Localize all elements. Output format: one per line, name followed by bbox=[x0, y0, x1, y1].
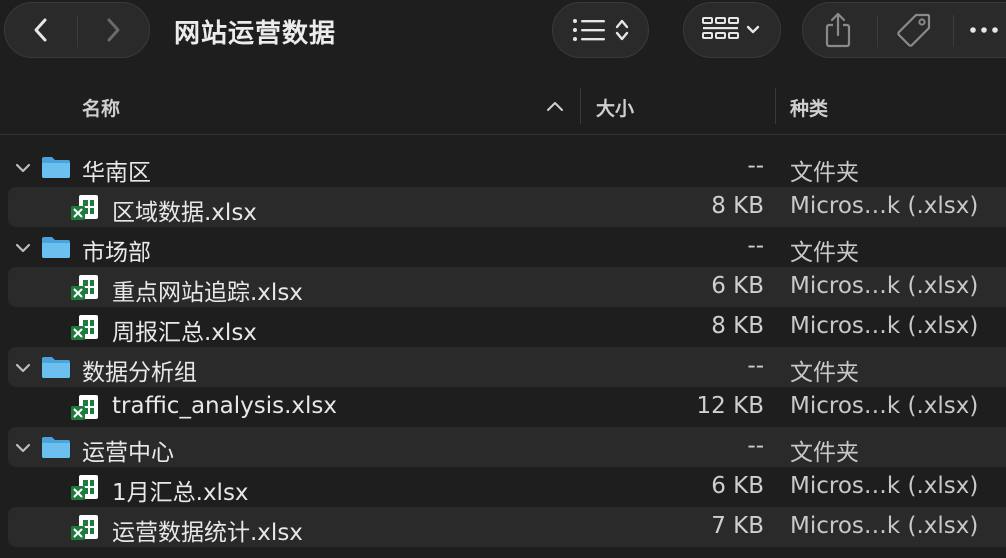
row-size: 8 KB bbox=[711, 193, 764, 219]
window-title: 网站运营数据 bbox=[174, 19, 337, 49]
folder-row[interactable]: 数据分析组 -- 文件夹 bbox=[0, 347, 1006, 387]
row-name: 重点网站追踪.xlsx bbox=[112, 280, 303, 306]
row-name: 运营数据统计.xlsx bbox=[112, 520, 303, 546]
excel-file-icon bbox=[71, 515, 98, 540]
disclosure-expanded-icon[interactable] bbox=[14, 439, 32, 457]
excel-file-icon bbox=[71, 315, 98, 340]
action-group bbox=[802, 2, 1006, 58]
file-row[interactable]: 1月汇总.xlsx 6 KB Micros…k (.xlsx) bbox=[0, 467, 1006, 507]
file-row[interactable]: 区域数据.xlsx 8 KB Micros…k (.xlsx) bbox=[0, 187, 1006, 227]
file-row[interactable]: 运营数据统计.xlsx 7 KB Micros…k (.xlsx) bbox=[0, 507, 1006, 547]
list-sort-icon bbox=[569, 3, 635, 57]
action-divider bbox=[953, 15, 954, 47]
row-name: traffic_analysis.xlsx bbox=[112, 393, 337, 419]
view-options-button[interactable] bbox=[683, 2, 781, 58]
column-name-header[interactable]: 名称 bbox=[82, 94, 120, 121]
folder-icon bbox=[42, 357, 70, 378]
excel-file-icon bbox=[71, 195, 98, 220]
row-size: -- bbox=[747, 233, 764, 259]
chevron-right-icon bbox=[107, 18, 120, 42]
more-icon bbox=[970, 27, 998, 33]
row-kind: Micros…k (.xlsx) bbox=[790, 273, 979, 299]
row-name: 华南区 bbox=[82, 160, 151, 186]
row-kind: Micros…k (.xlsx) bbox=[790, 313, 979, 339]
action-divider bbox=[877, 15, 878, 47]
file-row[interactable]: 周报汇总.xlsx 8 KB Micros…k (.xlsx) bbox=[0, 307, 1006, 347]
sort-ascending-icon bbox=[547, 102, 563, 111]
folder-row[interactable]: 华南区 -- 文件夹 bbox=[0, 147, 1006, 187]
column-header: 名称 大小 种类 bbox=[0, 82, 1006, 135]
row-name: 市场部 bbox=[82, 240, 151, 266]
row-size: 7 KB bbox=[711, 513, 764, 539]
row-size: 6 KB bbox=[711, 473, 764, 499]
row-size: 12 KB bbox=[696, 393, 764, 419]
share-icon bbox=[825, 12, 851, 48]
row-size: 8 KB bbox=[711, 313, 764, 339]
disclosure-expanded-icon[interactable] bbox=[14, 239, 32, 257]
excel-file-icon bbox=[71, 395, 98, 420]
toolbar: 网站运营数据 bbox=[0, 0, 1006, 82]
file-list: 华南区 -- 文件夹 区域数据.xlsx 8 KB Micros…k (.xls… bbox=[0, 147, 1006, 547]
share-button[interactable] bbox=[813, 3, 863, 57]
back-button[interactable] bbox=[5, 3, 77, 57]
folder-icon bbox=[42, 157, 70, 178]
forward-button[interactable] bbox=[77, 3, 149, 57]
row-name: 数据分析组 bbox=[82, 360, 197, 386]
more-button[interactable] bbox=[963, 3, 1006, 57]
folder-row[interactable]: 运营中心 -- 文件夹 bbox=[0, 427, 1006, 467]
column-divider[interactable] bbox=[580, 88, 581, 124]
row-kind: Micros…k (.xlsx) bbox=[790, 513, 979, 539]
row-size: -- bbox=[747, 433, 764, 459]
row-name: 区域数据.xlsx bbox=[112, 200, 257, 226]
folder-icon bbox=[42, 237, 70, 258]
column-divider[interactable] bbox=[775, 88, 776, 124]
row-kind: Micros…k (.xlsx) bbox=[790, 193, 979, 219]
file-row[interactable]: traffic_analysis.xlsx 12 KB Micros…k (.x… bbox=[0, 387, 1006, 427]
row-kind: 文件夹 bbox=[790, 160, 859, 186]
folder-row[interactable]: 市场部 -- 文件夹 bbox=[0, 227, 1006, 267]
finder-window: 网站运营数据 名称 大小 种类 华南区 -- 文件夹 区域数据.xlsx 8 K… bbox=[0, 0, 1006, 558]
sort-options-button[interactable] bbox=[552, 2, 649, 58]
row-name: 1月汇总.xlsx bbox=[112, 480, 249, 506]
column-kind-header[interactable]: 种类 bbox=[790, 94, 828, 121]
row-kind: Micros…k (.xlsx) bbox=[790, 473, 979, 499]
row-size: 6 KB bbox=[711, 273, 764, 299]
disclosure-expanded-icon[interactable] bbox=[14, 359, 32, 377]
column-size-header[interactable]: 大小 bbox=[596, 94, 634, 121]
excel-file-icon bbox=[71, 275, 98, 300]
row-kind: Micros…k (.xlsx) bbox=[790, 393, 979, 419]
row-kind: 文件夹 bbox=[790, 360, 859, 386]
row-size: -- bbox=[747, 153, 764, 179]
row-kind: 文件夹 bbox=[790, 240, 859, 266]
chevron-left-icon bbox=[34, 18, 47, 42]
row-size: -- bbox=[747, 353, 764, 379]
folder-icon bbox=[42, 437, 70, 458]
row-kind: 文件夹 bbox=[790, 440, 859, 466]
grid-view-icon bbox=[700, 3, 770, 57]
disclosure-expanded-icon[interactable] bbox=[14, 159, 32, 177]
row-name: 运营中心 bbox=[82, 440, 174, 466]
excel-file-icon bbox=[71, 475, 98, 500]
file-row[interactable]: 重点网站追踪.xlsx 6 KB Micros…k (.xlsx) bbox=[0, 267, 1006, 307]
navigation-group bbox=[4, 2, 150, 58]
tag-icon bbox=[897, 13, 931, 47]
row-name: 周报汇总.xlsx bbox=[112, 320, 257, 346]
tag-button[interactable] bbox=[889, 3, 939, 57]
